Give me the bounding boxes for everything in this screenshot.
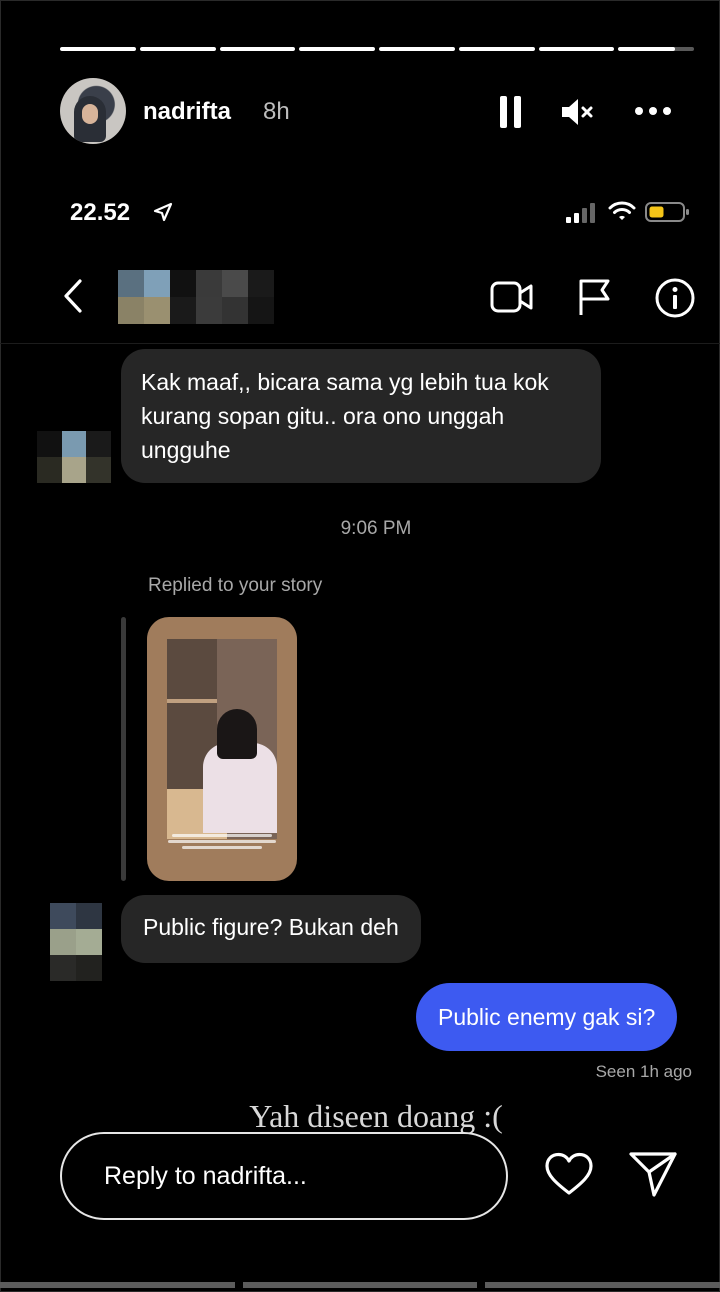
incoming-message[interactable]: Public figure? Bukan deh bbox=[121, 895, 421, 963]
heart-icon[interactable] bbox=[544, 1152, 594, 1196]
bottom-bar bbox=[0, 1282, 720, 1290]
location-arrow-icon bbox=[152, 201, 174, 223]
story-progress-segment bbox=[60, 47, 136, 51]
more-icon[interactable] bbox=[635, 104, 671, 118]
wifi-icon bbox=[608, 200, 636, 222]
story-image bbox=[167, 639, 277, 839]
story-progress-segment bbox=[299, 47, 375, 51]
story-time: 8h bbox=[263, 98, 290, 125]
send-icon[interactable] bbox=[628, 1150, 678, 1198]
story-overlay-text: Yah diseen doang :( bbox=[249, 1098, 503, 1134]
mute-icon[interactable] bbox=[560, 96, 596, 128]
timestamp-separator: 9:06 PM bbox=[340, 518, 412, 539]
story-progress-segment bbox=[139, 47, 216, 51]
reply-indicator-bar bbox=[121, 617, 126, 881]
video-call-icon[interactable] bbox=[490, 280, 534, 314]
pause-icon[interactable] bbox=[500, 96, 522, 128]
signal-icon bbox=[566, 203, 598, 223]
story-caption-lines bbox=[165, 831, 279, 857]
flag-icon[interactable] bbox=[576, 277, 612, 317]
info-icon[interactable] bbox=[654, 277, 696, 319]
replied-to-story-label: Replied to your story bbox=[148, 575, 323, 596]
status-clock: 22.52 bbox=[70, 199, 131, 226]
pixelated-sender-avatar[interactable] bbox=[50, 903, 102, 981]
story-progress-segment bbox=[538, 47, 615, 51]
incoming-message[interactable]: Kak maaf,, bicara sama yg lebih tua kok … bbox=[121, 349, 601, 483]
story-progress bbox=[60, 47, 694, 52]
reply-input-placeholder: Reply to nadrifta... bbox=[104, 1162, 307, 1190]
back-icon[interactable] bbox=[58, 277, 88, 315]
story-progress-segment bbox=[379, 47, 455, 51]
story-reply-thumbnail[interactable] bbox=[147, 617, 297, 881]
story-progress-segment bbox=[458, 47, 535, 51]
story-progress-segment bbox=[219, 47, 296, 51]
story-username[interactable]: nadrifta bbox=[143, 98, 231, 126]
header-divider bbox=[0, 343, 720, 344]
seen-status: Seen 1h ago bbox=[595, 1062, 692, 1081]
avatar-face bbox=[82, 104, 98, 124]
outgoing-message[interactable]: Public enemy gak si? bbox=[416, 983, 678, 1051]
story-progress-segment bbox=[618, 47, 694, 51]
pixelated-contact-name[interactable] bbox=[118, 270, 274, 324]
pixelated-sender-avatar[interactable] bbox=[37, 431, 111, 483]
story-avatar[interactable] bbox=[60, 78, 126, 144]
battery-icon bbox=[645, 201, 691, 223]
reply-input[interactable]: Reply to nadrifta... bbox=[60, 1132, 508, 1220]
